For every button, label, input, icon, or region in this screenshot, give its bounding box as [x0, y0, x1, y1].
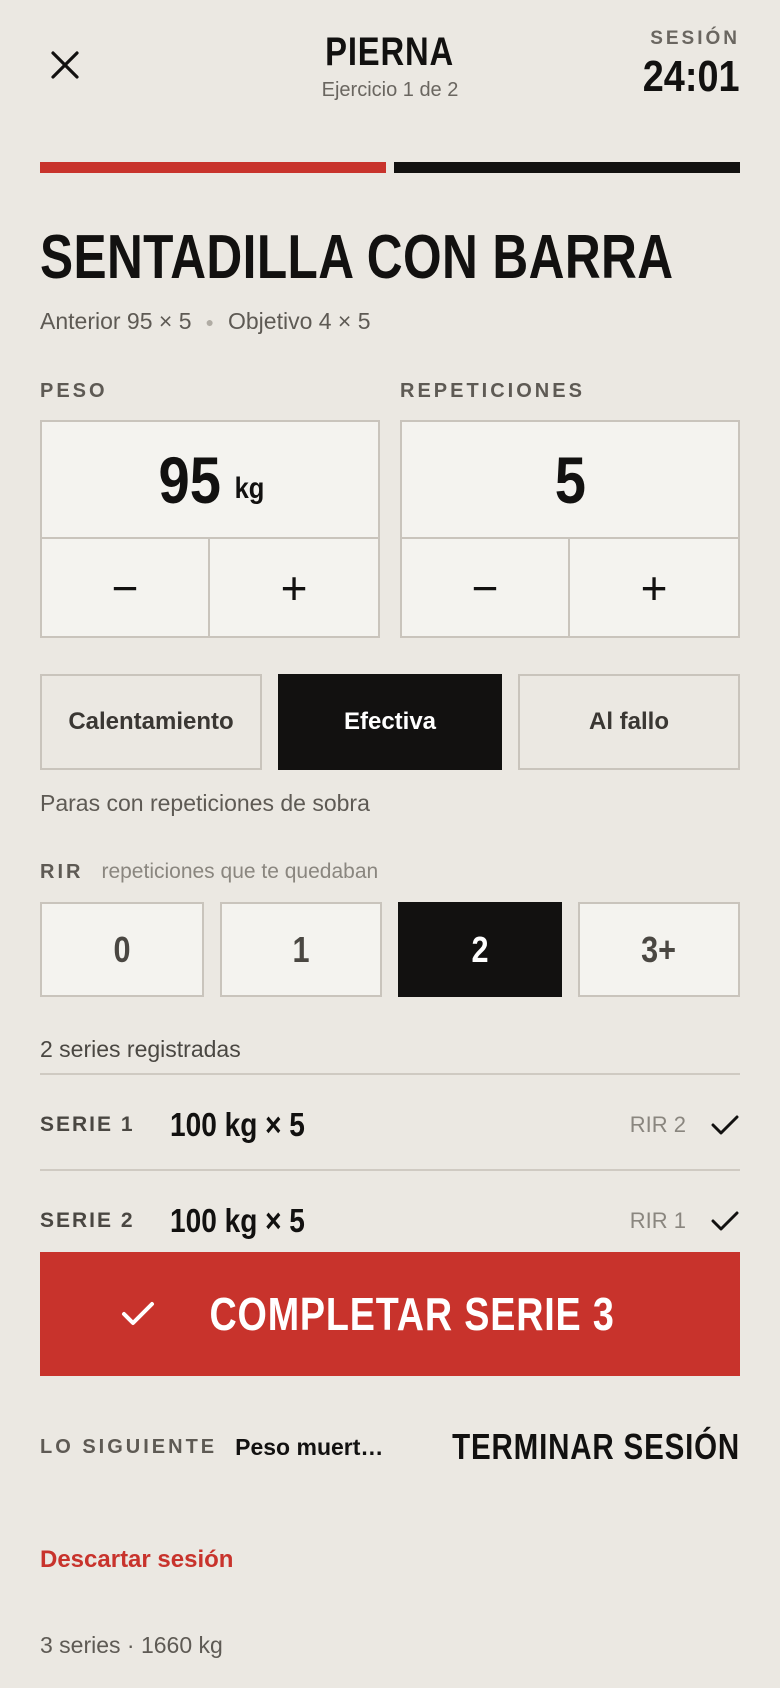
finish-session-button[interactable]: TERMINAR SESIÓN [452, 1426, 740, 1468]
set-value: 100 kg × 5 [170, 1106, 305, 1143]
divider [40, 1073, 740, 1075]
rir-label: RIR [40, 861, 84, 883]
reps-increment-button[interactable]: + [570, 539, 738, 636]
exercise-meta: Anterior 95 × 5 ● Objetivo 4 × 5 [40, 308, 371, 335]
set-rir: RIR 2 [629, 1112, 686, 1137]
rir-option-2[interactable]: 2 [398, 902, 562, 997]
rir-header: RIR repeticiones que te quedaban [40, 860, 378, 884]
rir-option-label: 3+ [641, 928, 677, 970]
set-type-effective[interactable]: Efectiva [278, 674, 502, 770]
weight-decrement-button[interactable]: − [42, 539, 210, 636]
weight-stepper: 95 kg − + [40, 420, 380, 638]
set-type-warmup[interactable]: Calentamiento [40, 674, 262, 770]
logged-sets-count: 2 series registradas [40, 1036, 241, 1062]
logged-set-row[interactable]: SERIE 1 100 kg × 5 RIR 2 [40, 1095, 740, 1155]
rir-option-label: 1 [292, 928, 310, 970]
complete-set-label: COMPLETAR SERIE 3 [209, 1288, 615, 1340]
rir-option-1[interactable]: 1 [220, 902, 382, 997]
rir-option-label: 0 [113, 928, 131, 970]
divider [40, 1169, 740, 1171]
check-icon [121, 1302, 154, 1325]
logged-set-row[interactable]: SERIE 2 100 kg × 5 RIR 1 [40, 1191, 740, 1251]
page-title: PIERNA [325, 30, 455, 74]
session-time: 24:01 [643, 52, 740, 101]
session-timer: SESIÓN 24:01 [627, 28, 740, 102]
set-label: SERIE 2 [40, 1209, 135, 1232]
discard-session-link[interactable]: Descartar sesión [40, 1546, 233, 1574]
complete-set-button[interactable]: COMPLETAR SERIE 3 [40, 1252, 740, 1376]
rir-option-label: 2 [471, 928, 489, 970]
reps-value-display[interactable]: 5 [402, 422, 738, 539]
reps-value: 5 [554, 442, 586, 517]
session-label: SESIÓN [650, 28, 740, 49]
reps-label: REPETICIONES [400, 380, 585, 402]
reps-decrement-button[interactable]: − [402, 539, 570, 636]
next-exercise-name[interactable]: Peso muerto rum... [235, 1434, 389, 1461]
target-performance: Objetivo 4 × 5 [227, 308, 371, 334]
set-rir: RIR 1 [629, 1208, 686, 1233]
next-label: LO SIGUIENTE [40, 1435, 218, 1458]
previous-performance: Anterior 95 × 5 [40, 308, 192, 334]
session-summary: 3 series · 1660 kg [40, 1632, 223, 1658]
separator-dot: ● [205, 313, 214, 330]
set-value: 100 kg × 5 [170, 1202, 305, 1239]
rir-option-3plus[interactable]: 3+ [578, 902, 740, 997]
progress-segment-completed [40, 162, 386, 173]
weight-value: 95 [158, 442, 221, 517]
check-icon[interactable] [710, 1114, 740, 1136]
weight-label: PESO [40, 380, 108, 402]
exercise-name: SENTADILLA CON BARRA [40, 223, 674, 292]
set-type-failure[interactable]: Al fallo [518, 674, 740, 770]
next-exercise-row: LO SIGUIENTE Peso muerto rum... TERMINAR… [40, 1426, 740, 1468]
set-label: SERIE 1 [40, 1113, 135, 1136]
weight-value-display[interactable]: 95 kg [42, 422, 378, 539]
weight-increment-button[interactable]: + [210, 539, 378, 636]
set-type-description: Paras con repeticiones de sobra [40, 790, 370, 816]
check-icon[interactable] [710, 1210, 740, 1232]
rir-hint: repeticiones que te quedaban [101, 860, 379, 883]
reps-stepper: 5 − + [400, 420, 740, 638]
progress-segment-pending [394, 162, 740, 173]
rir-option-0[interactable]: 0 [40, 902, 204, 997]
weight-unit: kg [234, 471, 265, 505]
